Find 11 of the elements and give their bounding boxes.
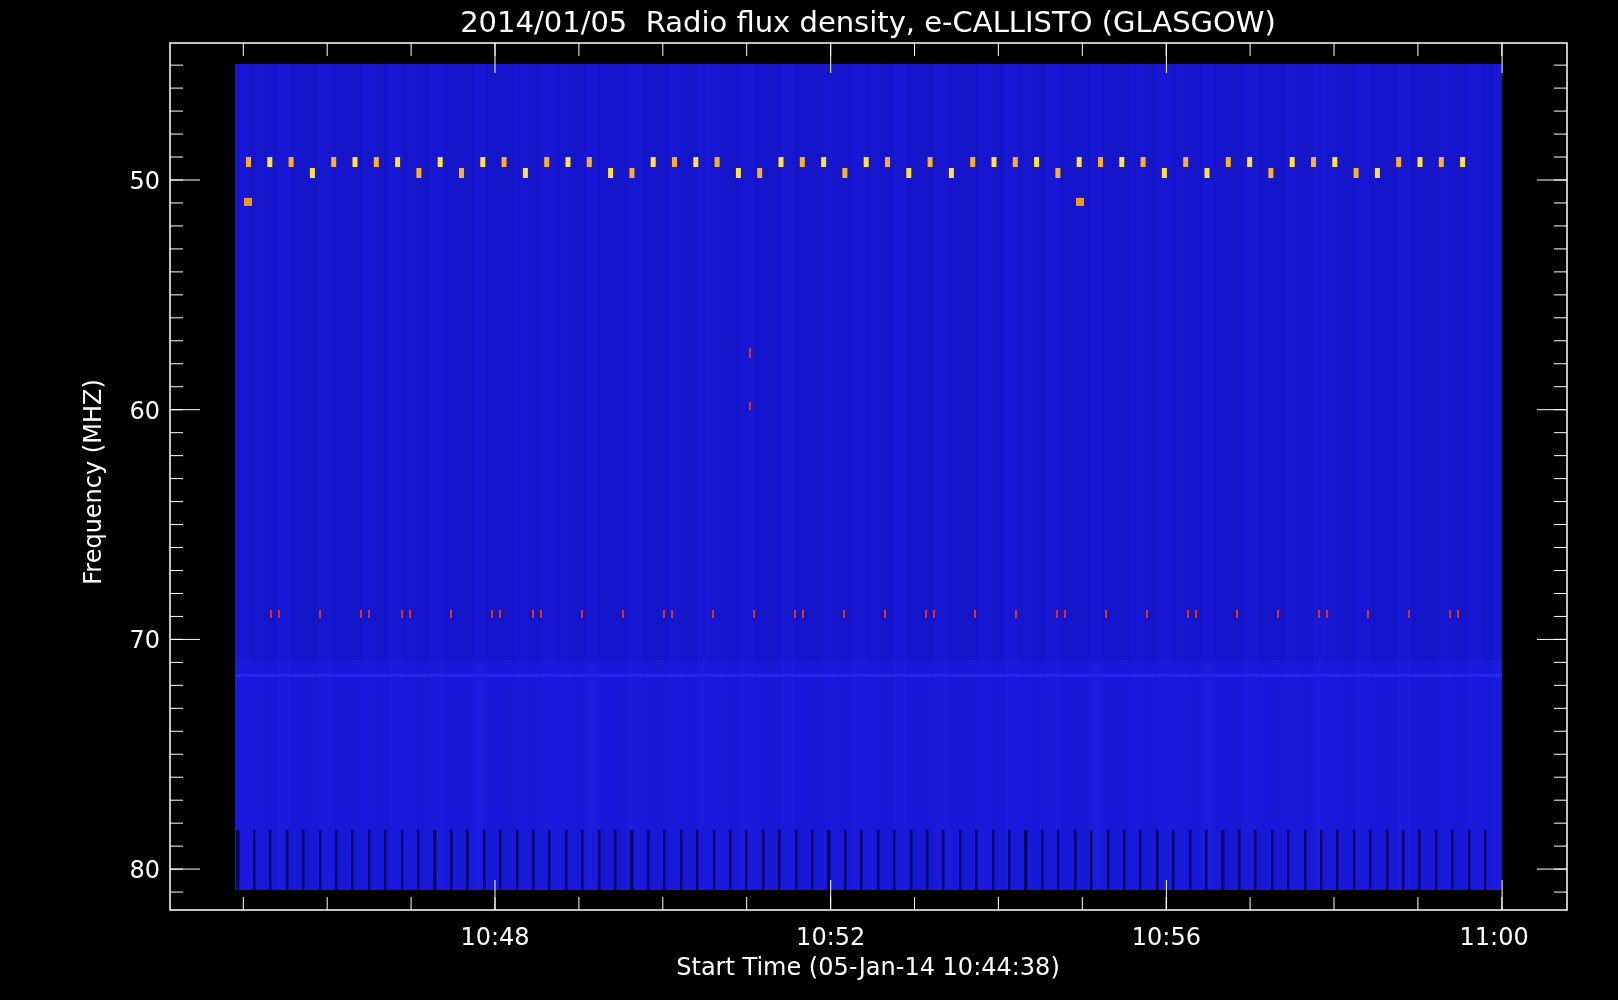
y-tick-label: 60 (129, 396, 160, 425)
x-tick-label: 10:52 (796, 923, 866, 951)
y-tick-label: 80 (129, 856, 160, 885)
x-tick-label: 10:56 (1131, 923, 1201, 951)
x-tick-label: 10:48 (460, 923, 530, 951)
plot-title: 2014/01/05 Radio flux density, e-CALLISTO (GLASGOW) (460, 5, 1276, 39)
y-tick-label: 50 (129, 167, 160, 195)
x-axis-label: Start Time (05-Jan-14 10:44:38) (676, 953, 1060, 981)
x-tick-label: 11:00 (1459, 923, 1529, 951)
y-tick-label: 70 (129, 626, 160, 655)
y-axis-label: Frequency (MHZ) (79, 379, 107, 585)
